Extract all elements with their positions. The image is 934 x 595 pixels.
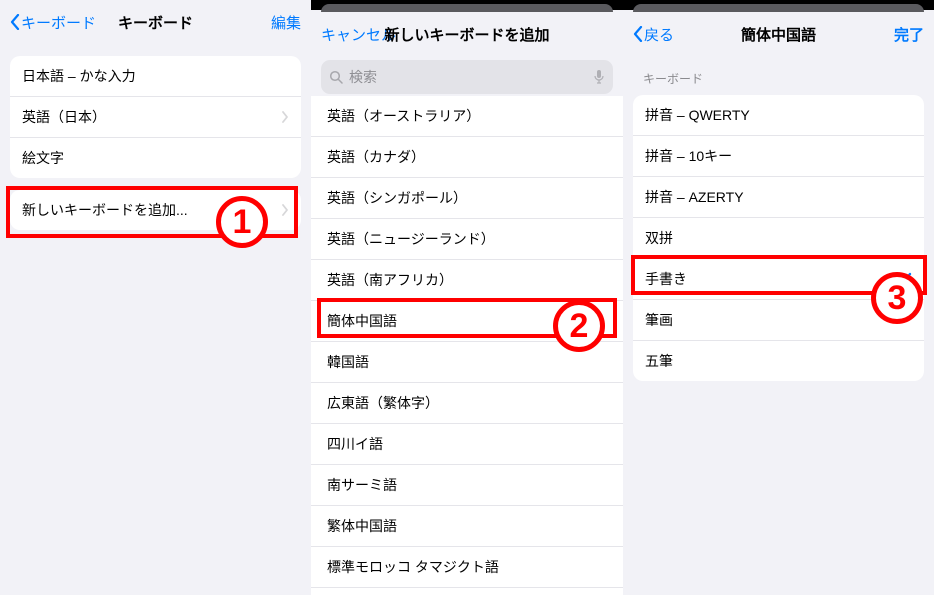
layout-label: 五筆 bbox=[645, 351, 673, 371]
section-header: キーボード bbox=[623, 56, 934, 91]
language-row[interactable]: 英語（南アフリカ） bbox=[311, 260, 623, 301]
checkmark-icon bbox=[896, 272, 912, 286]
layout-row[interactable]: 五筆 bbox=[633, 341, 924, 381]
language-row[interactable]: 簡体中国語 bbox=[311, 301, 623, 342]
language-row[interactable]: 標準モロッコ タマジクト語 bbox=[311, 547, 623, 588]
language-label: 簡体中国語 bbox=[327, 311, 397, 331]
installed-keyboards-list: 日本語 – かな入力 英語（日本） 絵文字 bbox=[10, 56, 301, 178]
layout-label: 拼音 – QWERTY bbox=[645, 105, 750, 125]
navbar: 戻る 簡体中国語 完了 bbox=[623, 12, 934, 56]
installed-keyboard-row[interactable]: 絵文字 bbox=[10, 138, 301, 178]
keyboard-label: 日本語 – かな入力 bbox=[22, 66, 136, 86]
add-keyboard-row[interactable]: 新しいキーボードを追加... bbox=[10, 190, 301, 230]
layout-row[interactable]: 双拼 bbox=[633, 218, 924, 259]
navbar: キーボード キーボード 編集 bbox=[0, 0, 311, 44]
language-label: 南サーミ語 bbox=[327, 475, 397, 495]
language-label: 四川イ語 bbox=[327, 434, 383, 454]
layout-label: 拼音 – AZERTY bbox=[645, 187, 744, 207]
available-languages-list: 英語（オーストラリア） 英語（カナダ） 英語（シンガポール） 英語（ニュージーラ… bbox=[311, 96, 623, 595]
sheet: 戻る 簡体中国語 完了 キーボード 拼音 – QWERTY 拼音 – 10キー … bbox=[623, 12, 934, 595]
layout-row[interactable]: 拼音 – 10キー bbox=[633, 136, 924, 177]
installed-keyboard-row[interactable]: 英語（日本） bbox=[10, 97, 301, 138]
layout-select-panel: 戻る 簡体中国語 完了 キーボード 拼音 – QWERTY 拼音 – 10キー … bbox=[623, 0, 934, 595]
language-label: 広東語（繁体字） bbox=[327, 393, 439, 413]
back-label: 戻る bbox=[644, 24, 674, 45]
cancel-button[interactable]: キャンセル bbox=[321, 24, 396, 45]
language-row[interactable]: 広東語（繁体字） bbox=[311, 383, 623, 424]
add-keyboard-group: 新しいキーボードを追加... bbox=[10, 190, 301, 230]
search-placeholder: 検索 bbox=[349, 67, 377, 87]
layout-label: 手書き bbox=[645, 269, 687, 289]
language-row[interactable]: 英語（シンガポール） bbox=[311, 178, 623, 219]
keyboard-settings-panel: キーボード キーボード 編集 日本語 – かな入力 英語（日本） 絵文字 新しい… bbox=[0, 0, 311, 595]
navbar: キャンセル 新しいキーボードを追加 bbox=[311, 12, 623, 56]
layout-row[interactable]: 拼音 – AZERTY bbox=[633, 177, 924, 218]
add-keyboard-label: 新しいキーボードを追加... bbox=[22, 200, 188, 220]
language-label: 英語（オーストラリア） bbox=[327, 106, 480, 126]
search-input[interactable]: 検索 bbox=[321, 60, 613, 94]
language-label: 繁体中国語 bbox=[327, 516, 397, 536]
chevron-left-icon bbox=[633, 26, 643, 42]
chevron-left-icon bbox=[10, 14, 20, 30]
installed-keyboard-row[interactable]: 日本語 – かな入力 bbox=[10, 56, 301, 97]
language-row[interactable]: 英語（オーストラリア） bbox=[311, 96, 623, 137]
language-row[interactable]: 英語（ニュージーランド） bbox=[311, 219, 623, 260]
language-label: 英語（ニュージーランド） bbox=[327, 229, 495, 249]
language-row[interactable]: 英語（カナダ） bbox=[311, 137, 623, 178]
language-label: 標準モロッコ タマジクト語 bbox=[327, 557, 499, 577]
language-label: 韓国語 bbox=[327, 352, 369, 372]
sheet: キャンセル 新しいキーボードを追加 検索 英語（オーストラリア） 英語（カナダ）… bbox=[311, 12, 623, 595]
search-icon bbox=[329, 70, 343, 84]
back-button[interactable]: 戻る bbox=[633, 24, 693, 45]
keyboard-label: 絵文字 bbox=[22, 148, 64, 168]
chevron-right-icon bbox=[281, 204, 289, 216]
layout-row[interactable]: 手書き bbox=[633, 259, 924, 300]
edit-button[interactable]: 編集 bbox=[241, 12, 301, 33]
language-label: 英語（南アフリカ） bbox=[327, 270, 453, 290]
keyboard-label: 英語（日本） bbox=[22, 107, 106, 127]
back-label: キーボード bbox=[21, 12, 96, 33]
done-button[interactable]: 完了 bbox=[864, 24, 924, 45]
language-row[interactable]: 韓国語 bbox=[311, 342, 623, 383]
layout-label: 拼音 – 10キー bbox=[645, 146, 732, 166]
language-label: 英語（シンガポール） bbox=[327, 188, 467, 208]
layout-options-list: 拼音 – QWERTY 拼音 – 10キー 拼音 – AZERTY 双拼 手書き… bbox=[633, 95, 924, 381]
language-label: 英語（カナダ） bbox=[327, 147, 425, 167]
language-row[interactable]: 繁体中国語 bbox=[311, 506, 623, 547]
layout-label: 筆画 bbox=[645, 310, 673, 330]
chevron-right-icon bbox=[281, 111, 289, 123]
layout-label: 双拼 bbox=[645, 228, 673, 248]
microphone-icon[interactable] bbox=[593, 69, 605, 85]
add-keyboard-panel: キャンセル 新しいキーボードを追加 検索 英語（オーストラリア） 英語（カナダ）… bbox=[311, 0, 623, 595]
back-button[interactable]: キーボード bbox=[10, 12, 96, 33]
language-row[interactable]: 南サーミ語 bbox=[311, 465, 623, 506]
language-row[interactable]: 北サーミ語 bbox=[311, 588, 623, 595]
language-row[interactable]: 四川イ語 bbox=[311, 424, 623, 465]
layout-row[interactable]: 筆画 bbox=[633, 300, 924, 341]
layout-row[interactable]: 拼音 – QWERTY bbox=[633, 95, 924, 136]
